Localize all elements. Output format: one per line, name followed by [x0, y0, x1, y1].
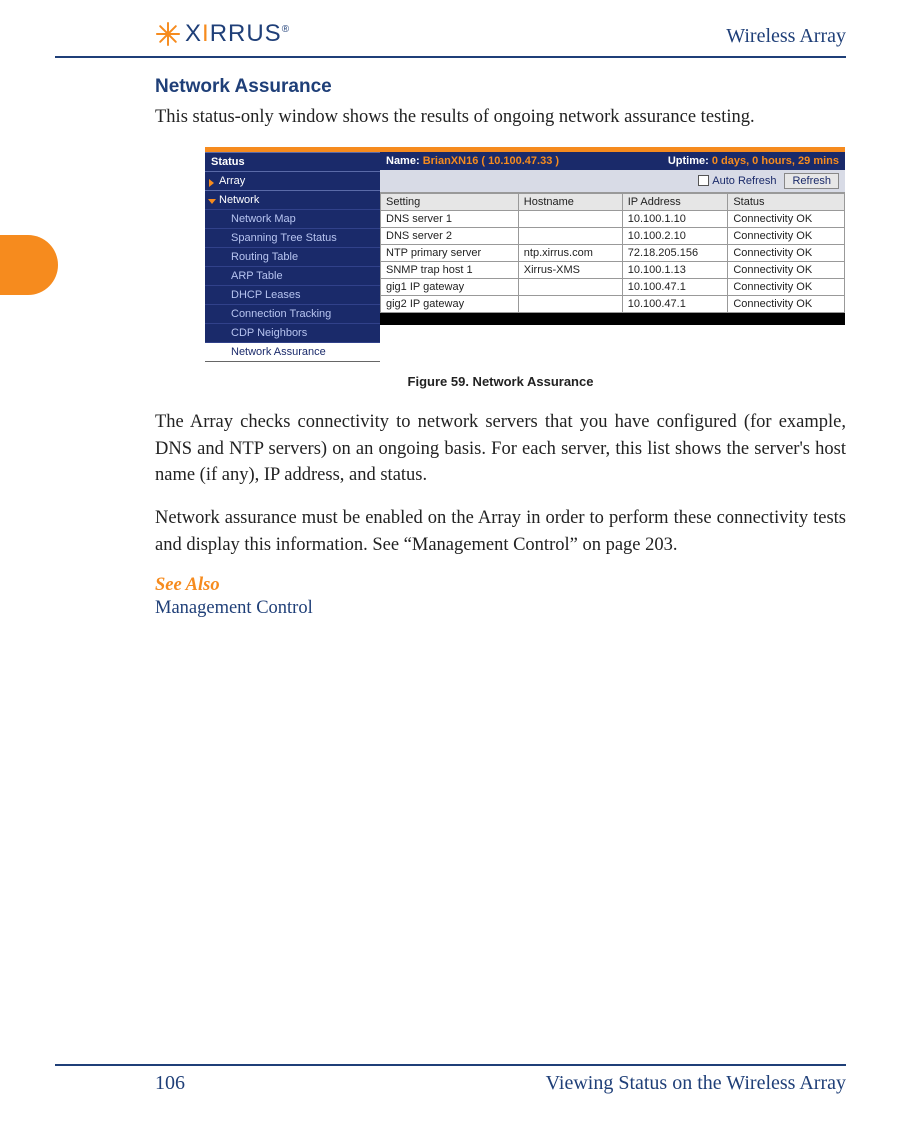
body-para-2: The Array checks connectivity to network…: [155, 409, 846, 489]
figure-caption: Figure 59. Network Assurance: [155, 374, 846, 389]
cell-setting: DNS server 1: [381, 210, 519, 227]
content-pane: Name: BrianXN16 ( 10.100.47.33 ) Uptime:…: [380, 152, 845, 362]
side-tab: [0, 235, 58, 295]
nav-sub-dhcp-leases[interactable]: DHCP Leases: [205, 285, 380, 304]
cell-status: Connectivity OK: [728, 295, 845, 312]
nav-sub-spanning-tree[interactable]: Spanning Tree Status: [205, 228, 380, 247]
section-heading: Network Assurance: [155, 76, 846, 98]
page-footer: 106 Viewing Status on the Wireless Array: [55, 1064, 846, 1095]
table-row: DNS server 2 10.100.2.10Connectivity OK: [381, 227, 845, 244]
table-row: gig2 IP gateway 10.100.47.1Connectivity O…: [381, 295, 845, 312]
nav-sub-network-assurance[interactable]: Network Assurance: [205, 342, 380, 361]
see-also-heading: See Also: [155, 575, 846, 596]
nav-item-array[interactable]: Array: [205, 171, 380, 190]
cell-ip: 10.100.2.10: [622, 227, 728, 244]
cell-ip: 10.100.47.1: [622, 295, 728, 312]
chapter-title: Viewing Status on the Wireless Array: [546, 1072, 846, 1095]
nav-sub-cdp-neighbors[interactable]: CDP Neighbors: [205, 323, 380, 342]
screenshot-figure: Status Array Network Network Map Spannin…: [205, 147, 845, 362]
cell-status: Connectivity OK: [728, 244, 845, 261]
uptime-label: Uptime:: [668, 155, 709, 167]
auto-refresh-label: Auto Refresh: [712, 175, 776, 187]
uptime-value: 0 days, 0 hours, 29 mins: [712, 155, 839, 167]
cell-ip: 10.100.1.10: [622, 210, 728, 227]
body-para-3: Network assurance must be enabled on the…: [155, 505, 846, 559]
col-hostname: Hostname: [518, 193, 622, 210]
cell-status: Connectivity OK: [728, 227, 845, 244]
see-also-link[interactable]: Management Control: [155, 598, 846, 619]
cell-host: [518, 278, 622, 295]
page-number: 106: [155, 1072, 185, 1095]
auto-refresh-toggle[interactable]: Auto Refresh: [698, 175, 776, 187]
table-row: NTP primary serverntp.xirrus.com72.18.20…: [381, 244, 845, 261]
nav-sidebar: Status Array Network Network Map Spannin…: [205, 152, 380, 362]
burst-icon: [155, 21, 181, 47]
nav-item-network[interactable]: Network: [205, 190, 380, 209]
cell-host: [518, 295, 622, 312]
cell-host: [518, 227, 622, 244]
bottom-black-bar: [380, 313, 845, 325]
cell-setting: gig2 IP gateway: [381, 295, 519, 312]
table-row: SNMP trap host 1Xirrus-XMS10.100.1.13Con…: [381, 261, 845, 278]
nav-sub-arp-table[interactable]: ARP Table: [205, 266, 380, 285]
nav-sub-network-map[interactable]: Network Map: [205, 209, 380, 228]
cell-host: Xirrus-XMS: [518, 261, 622, 278]
cell-setting: NTP primary server: [381, 244, 519, 261]
cell-setting: gig1 IP gateway: [381, 278, 519, 295]
col-status: Status: [728, 193, 845, 210]
table-row: gig1 IP gateway 10.100.47.1Connectivity O…: [381, 278, 845, 295]
name-label: Name:: [386, 155, 420, 167]
cell-ip: 72.18.205.156: [622, 244, 728, 261]
cell-ip: 10.100.47.1: [622, 278, 728, 295]
cell-status: Connectivity OK: [728, 210, 845, 227]
nav-heading: Status: [205, 152, 380, 171]
col-ip: IP Address: [622, 193, 728, 210]
header-rule: [55, 56, 846, 58]
cell-status: Connectivity OK: [728, 278, 845, 295]
toolbar: Auto Refresh Refresh: [380, 170, 845, 193]
checkbox-icon: [698, 175, 709, 186]
cell-setting: DNS server 2: [381, 227, 519, 244]
cell-ip: 10.100.1.13: [622, 261, 728, 278]
col-setting: Setting: [381, 193, 519, 210]
intro-para: This status-only window shows the result…: [155, 104, 846, 131]
cell-setting: SNMP trap host 1: [381, 261, 519, 278]
cell-status: Connectivity OK: [728, 261, 845, 278]
nav-sub-routing-table[interactable]: Routing Table: [205, 247, 380, 266]
cell-host: ntp.xirrus.com: [518, 244, 622, 261]
refresh-button[interactable]: Refresh: [784, 173, 839, 189]
info-bar: Name: BrianXN16 ( 10.100.47.33 ) Uptime:…: [380, 152, 845, 170]
cell-host: [518, 210, 622, 227]
table-row: DNS server 1 10.100.1.10Connectivity OK: [381, 210, 845, 227]
nav-sub-conn-tracking[interactable]: Connection Tracking: [205, 304, 380, 323]
brand-logo: XIRRUS®: [155, 20, 289, 48]
name-value: BrianXN16 ( 10.100.47.33 ): [423, 155, 559, 167]
doc-title: Wireless Array: [726, 25, 846, 48]
data-table: Setting Hostname IP Address Status DNS s…: [380, 193, 845, 313]
